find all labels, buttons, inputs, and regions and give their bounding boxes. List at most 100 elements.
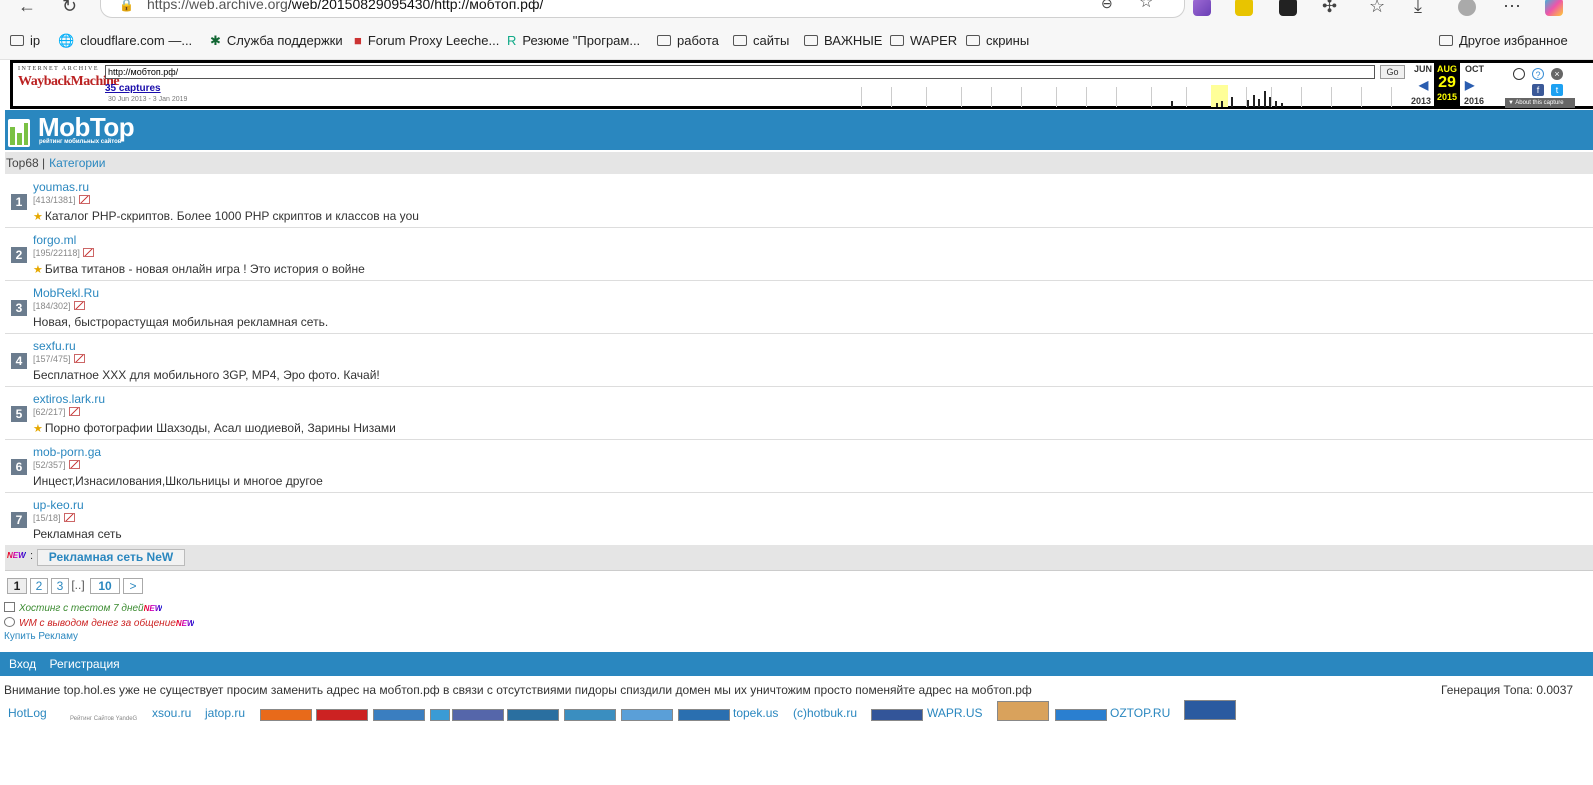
bookmark-support[interactable]: ✱ Служба поддержки	[210, 33, 343, 49]
next-capture-arrow-icon[interactable]: ▶	[1465, 78, 1474, 92]
counter-banner[interactable]	[430, 709, 450, 721]
close-icon[interactable]: ×	[1551, 68, 1563, 80]
site-link[interactable]: forgo.ml	[33, 233, 76, 247]
site-link[interactable]: extiros.lark.ru	[33, 392, 105, 406]
wayback-go-button[interactable]: Go	[1380, 65, 1405, 79]
other-bookmarks[interactable]: Другое избранное	[1439, 33, 1568, 48]
counter-banner[interactable]	[452, 709, 504, 721]
extension-icon[interactable]	[1235, 0, 1253, 16]
next-month[interactable]: OCT	[1465, 64, 1484, 74]
prev-year[interactable]: 2013	[1411, 96, 1431, 106]
counter-oztop[interactable]: OZTOP.RU	[1110, 707, 1170, 719]
counter-banner[interactable]	[316, 709, 368, 721]
bookmark-forum[interactable]: ■ Forum Proxy Leeche...	[354, 33, 499, 48]
stats-text: [413/1381]	[33, 195, 76, 205]
stats-chart-icon[interactable]	[68, 460, 80, 469]
r-icon: R	[507, 33, 517, 48]
counter-banner[interactable]	[564, 709, 616, 721]
site-link[interactable]: MobRekl.Ru	[33, 286, 99, 300]
counter-yandeg[interactable]: Рейтинг Сайтов YandeG	[70, 713, 137, 725]
buy-ads-link[interactable]: Купить Рекламу	[4, 631, 78, 642]
wayback-url-input[interactable]: http://мобтоп.рф/	[105, 65, 1375, 79]
next-page-button[interactable]: >	[123, 578, 143, 594]
bookmark-ip[interactable]: ip	[10, 33, 40, 48]
user-icon[interactable]	[1513, 68, 1525, 80]
copilot-icon[interactable]	[1545, 0, 1563, 16]
counter-banner[interactable]	[1184, 700, 1236, 720]
list-item: 3 MobRekl.Ru [184/302] Новая, быстрораст…	[5, 281, 1593, 334]
downloads-icon[interactable]: ⤓	[1414, 0, 1422, 15]
more-menu-icon[interactable]: ⋯	[1503, 0, 1521, 15]
bookmark-skriny[interactable]: скрины	[966, 33, 1029, 48]
login-link[interactable]: Вход	[9, 657, 36, 671]
site-link[interactable]: mob-porn.ga	[33, 445, 101, 459]
categories-link[interactable]: Категории	[49, 156, 105, 170]
back-arrow-icon[interactable]: ←	[18, 0, 36, 15]
zoom-icon[interactable]: ⊖	[1101, 0, 1113, 12]
prev-capture-arrow-icon[interactable]: ◀	[1419, 78, 1428, 92]
capture-sparkline[interactable]	[851, 85, 1406, 107]
counter-banner[interactable]	[621, 709, 673, 721]
stats-chart-icon[interactable]	[68, 407, 80, 416]
counter-banner[interactable]	[871, 709, 923, 721]
list-item: 2 forgo.ml [195/22118] ★ Битва титанов - …	[5, 228, 1593, 281]
counter-hotlog[interactable]: HotLog	[8, 707, 47, 719]
site-link[interactable]: youmas.ru	[33, 180, 89, 194]
star-favorite-icon[interactable]: ☆	[1139, 0, 1153, 12]
counter-hotbuk[interactable]: (c)hotbuk.ru	[793, 707, 857, 719]
page-link[interactable]: 3	[51, 578, 69, 594]
counter-banner[interactable]	[1055, 709, 1107, 721]
about-capture-button[interactable]: ▼ About this capture	[1505, 98, 1575, 108]
stats-chart-icon[interactable]	[78, 195, 90, 204]
facebook-icon[interactable]: f	[1532, 84, 1544, 96]
wayback-logo[interactable]: INTERNET ARCHIVE WaybackMachine	[18, 66, 120, 102]
page-link-last[interactable]: 10	[90, 578, 120, 594]
stats-chart-icon[interactable]	[73, 354, 85, 363]
bookmark-cloudflare[interactable]: 🌐 cloudflare.com —...	[58, 33, 192, 49]
rank-badge: 1	[11, 194, 27, 210]
counter-banner[interactable]	[260, 709, 312, 721]
counter-wapr[interactable]: WAPR.US	[927, 707, 983, 719]
counter-topek[interactable]: topek.us	[733, 707, 778, 719]
bookmark-vazhnye[interactable]: ВАЖНЫЕ	[804, 33, 882, 48]
address-text[interactable]: https://web.archive.org/web/201508290954…	[147, 0, 543, 12]
prev-month[interactable]: JUN	[1414, 64, 1432, 74]
help-icon[interactable]: ?	[1532, 68, 1544, 80]
counter-xsou[interactable]: xsou.ru	[152, 707, 191, 719]
pen-extension-icon[interactable]	[1193, 0, 1211, 16]
new-badge: NEW	[175, 619, 195, 628]
stats-chart-icon[interactable]	[82, 248, 94, 257]
lock-icon[interactable]: 🔒	[119, 0, 134, 12]
k-extension-icon[interactable]	[1279, 0, 1297, 16]
bookmark-waper[interactable]: WAPER	[890, 33, 957, 48]
counter-banner[interactable]	[678, 709, 730, 721]
counter-banner[interactable]	[997, 701, 1049, 721]
register-link[interactable]: Регистрация	[50, 657, 120, 671]
page-link[interactable]: 2	[30, 578, 48, 594]
twitter-icon[interactable]: t	[1551, 84, 1563, 96]
counter-jatop[interactable]: jatop.ru	[205, 707, 245, 719]
site-description: Бесплатное XXX для мобильного 3GP, MP4, …	[33, 368, 380, 382]
wayback-logo-main: WaybackMachine	[18, 74, 120, 89]
wm-link[interactable]: WM с выводом денег за общениеNEW	[4, 617, 194, 629]
reload-icon[interactable]: ↻	[62, 0, 77, 15]
counter-banner[interactable]	[507, 709, 559, 721]
ad-network-button[interactable]: Рекламная сеть NeW	[37, 549, 185, 566]
captures-link[interactable]: 35 captures	[105, 83, 161, 94]
site-link[interactable]: up-keo.ru	[33, 498, 84, 512]
capture-bar	[1264, 91, 1266, 107]
counter-banner[interactable]	[373, 709, 425, 721]
bookmark-rabota[interactable]: работа	[657, 33, 719, 48]
favorites-icon[interactable]: ☆	[1369, 0, 1385, 15]
profile-avatar[interactable]	[1458, 0, 1476, 16]
site-link[interactable]: sexfu.ru	[33, 339, 76, 353]
address-bar[interactable]: 🔒 https://web.archive.org/web/2015082909…	[100, 0, 1185, 18]
puzzle-extensions-icon[interactable]: ✣	[1322, 0, 1337, 15]
wayback-tools: ? × f t ▼ About this capture	[1505, 65, 1575, 109]
stats-chart-icon[interactable]	[73, 301, 85, 310]
bookmark-saity[interactable]: сайты	[733, 33, 789, 48]
hosting-link[interactable]: Хостинг с тестом 7 днейNEW	[4, 602, 162, 614]
bookmark-resume[interactable]: R Резюме "Програм...	[507, 33, 640, 48]
next-year[interactable]: 2016	[1464, 96, 1484, 106]
stats-chart-icon[interactable]	[63, 513, 75, 522]
